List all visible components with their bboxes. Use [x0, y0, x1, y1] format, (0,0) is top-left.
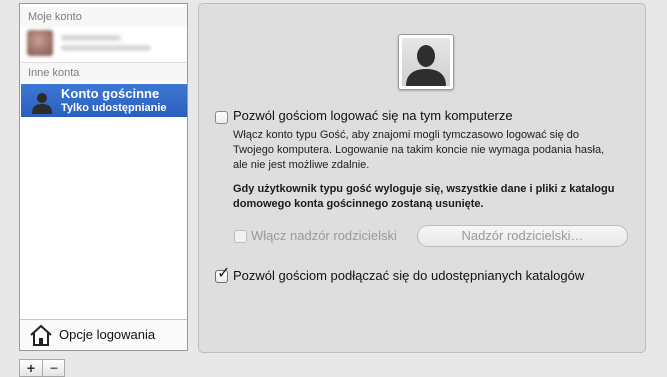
parental-controls-label[interactable]: Włącz nadzór rodzicielski	[251, 228, 397, 243]
other-accounts-header: Inne konta	[20, 62, 187, 82]
guest-settings-panel: Pozwól gościom logować się na tym komput…	[198, 3, 646, 353]
user-silhouette-icon	[406, 45, 446, 86]
guest-picture[interactable]	[398, 34, 454, 90]
add-user-button[interactable]: +	[20, 360, 43, 376]
user-silhouette-icon	[32, 93, 52, 114]
avatar	[27, 30, 53, 56]
add-remove-controls: + −	[19, 359, 65, 377]
house-icon	[30, 324, 52, 346]
parental-controls-checkbox[interactable]	[234, 230, 247, 243]
login-options-button[interactable]: Opcje logowania	[20, 319, 187, 350]
sidebar-item-guest-account[interactable]: Konto gościnne Tylko udostępnianie	[21, 84, 187, 117]
allow-guest-login-label[interactable]: Pozwól gościom logować się na tym komput…	[233, 108, 513, 123]
shared-folders-checkbox[interactable]: ✓	[215, 266, 230, 283]
guest-account-title: Konto gościnne	[61, 86, 160, 101]
allow-guest-login-checkbox[interactable]	[215, 111, 228, 124]
guest-data-warning: Gdy użytkownik typu gość wyloguje się, w…	[233, 183, 615, 210]
remove-user-button[interactable]: −	[43, 360, 65, 376]
my-account-header: Moje konto	[20, 7, 187, 27]
parental-controls-button[interactable]: Nadzór rodzicielski…	[417, 225, 628, 247]
shared-folders-label[interactable]: Pozwól gościom podłączać się do udostępn…	[233, 268, 584, 283]
checkmark-icon: ✓	[217, 265, 231, 282]
blurred-name	[61, 35, 121, 41]
guest-account-subtitle: Tylko udostępnianie	[61, 102, 167, 114]
blurred-role	[61, 45, 151, 51]
accounts-list: Moje konto Inne konta Konto gościnne Tyl…	[19, 3, 188, 351]
guest-description: Włącz konto typu Gość, aby znajomi mogli…	[233, 129, 605, 171]
login-options-label: Opcje logowania	[59, 327, 156, 342]
my-account-item[interactable]	[25, 28, 185, 58]
